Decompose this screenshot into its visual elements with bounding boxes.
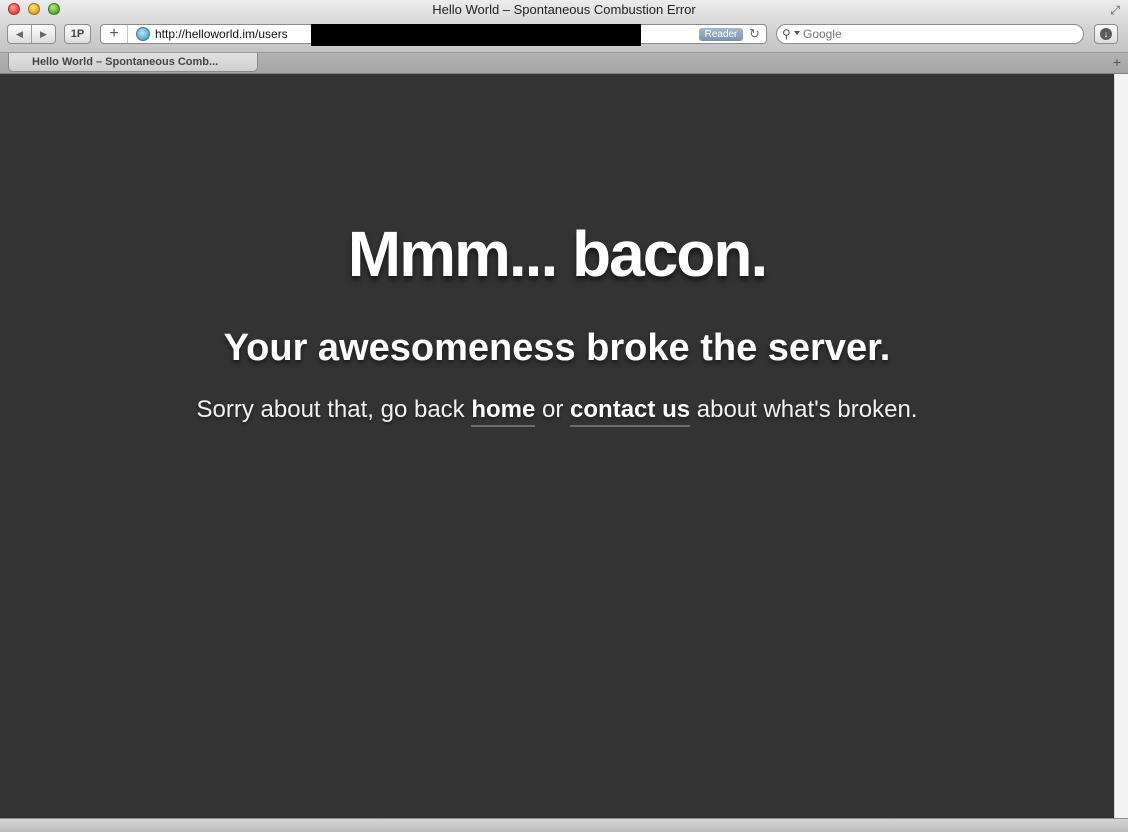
error-message: Sorry about that, go back home or contac…: [0, 395, 1114, 427]
site-favicon-icon: [136, 27, 150, 41]
tab-active[interactable]: Hello World – Spontaneous Comb...: [8, 53, 258, 72]
add-bookmark-button[interactable]: +: [101, 25, 128, 43]
page-headline: Mmm... bacon.: [347, 218, 769, 290]
window-title: Hello World – Spontaneous Combustion Err…: [432, 2, 696, 17]
new-tab-icon[interactable]: +: [1113, 54, 1121, 70]
search-dropdown-icon[interactable]: [794, 31, 800, 35]
contact-us-link[interactable]: contact us: [570, 396, 691, 427]
address-bar[interactable]: + http://helloworld.im/users Reader ↻: [100, 24, 767, 46]
tab-label: Hello World – Spontaneous Comb...: [32, 56, 219, 68]
vertical-scrollbar[interactable]: [1114, 74, 1128, 818]
message-prefix: Sorry about that, go back: [196, 396, 472, 423]
downloads-button[interactable]: ↓: [1094, 24, 1118, 44]
message-suffix: about what's broken.: [690, 396, 918, 423]
search-icon: ⚲: [782, 27, 791, 41]
status-bar: [0, 818, 1128, 832]
reload-icon[interactable]: ↻: [749, 26, 760, 42]
download-icon: ↓: [1100, 28, 1112, 40]
url-text[interactable]: http://helloworld.im/users: [155, 27, 288, 42]
message-middle: or: [535, 396, 571, 423]
back-forward-buttons: ◀ ▶: [7, 24, 56, 44]
forward-button[interactable]: ▶: [32, 25, 55, 43]
search-field[interactable]: ⚲: [776, 24, 1084, 44]
search-input[interactable]: [803, 26, 1073, 42]
browser-window: Hello World – Spontaneous Combustion Err…: [0, 0, 1128, 832]
redaction-block: [311, 24, 641, 46]
back-button[interactable]: ◀: [8, 25, 31, 43]
fullscreen-icon[interactable]: ⤢: [1108, 3, 1122, 17]
onepassword-button[interactable]: 1P: [64, 24, 91, 44]
reader-button[interactable]: Reader: [699, 28, 743, 41]
tab-bar: Hello World – Spontaneous Comb... +: [0, 53, 1128, 74]
browser-chrome: Hello World – Spontaneous Combustion Err…: [0, 0, 1128, 53]
home-link[interactable]: home: [471, 396, 536, 427]
page-subheadline: Your awesomeness broke the server.: [223, 327, 891, 369]
page-content: Mmm... bacon. Your awesomeness broke the…: [0, 74, 1114, 818]
